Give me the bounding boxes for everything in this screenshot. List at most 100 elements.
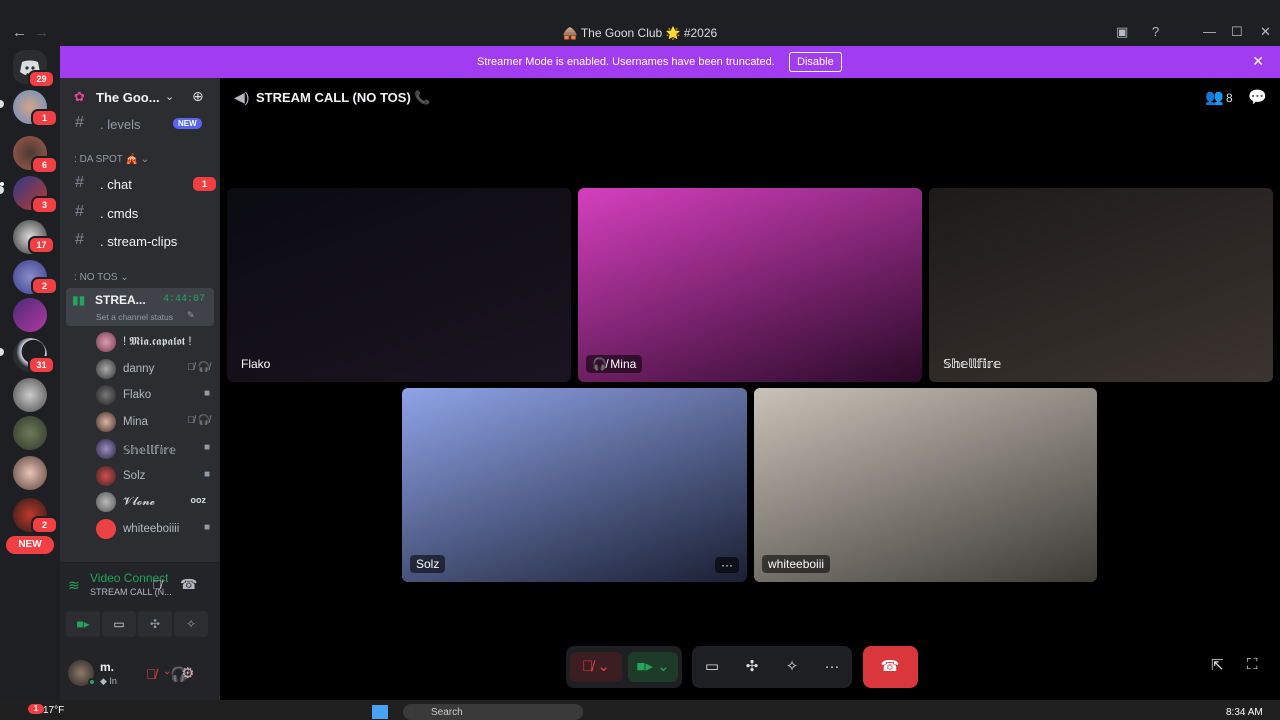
activities-button[interactable]: ✣ [138, 611, 172, 637]
close-banner-icon[interactable]: ✕ [1252, 53, 1264, 70]
server-rail: 29 1 6 3 17 2 31 2 NEW [0, 46, 60, 700]
mic-camera-controls: 🎙̸ ⌄ ■▸ ⌄ [566, 646, 682, 688]
participant-name: 𝕊𝕙𝕖𝕝𝕝𝕗𝕚𝕣𝕖 [943, 357, 1002, 371]
voice-user-name: 𝕊𝕙𝕖𝕝𝕝𝕗𝕚𝕣𝕖 [123, 445, 176, 457]
hash-icon: # [75, 231, 84, 248]
pencil-icon[interactable]: ✎ [187, 310, 195, 321]
video-tile[interactable]: 🎧̸ Mina [578, 188, 922, 382]
channel-chat[interactable]: # . chat 1 [0, 171, 220, 197]
more-icon[interactable]: ··· [817, 652, 847, 682]
call-timer: 4:44:07 [163, 294, 206, 305]
mute-button[interactable]: 🎙̸ ⌄ [570, 652, 622, 682]
camera-icon: ■ [203, 522, 210, 533]
disconnect-button[interactable]: ☎ [863, 646, 918, 688]
category-no-tos[interactable]: : NO TOS ⌄ [74, 272, 129, 283]
maximize-icon[interactable]: ☐ [1231, 24, 1243, 40]
video-tile[interactable]: Flako [227, 188, 571, 382]
muted-deafened-icon: 🎙̸ 🎧̸ [187, 415, 210, 426]
channel-status-input[interactable]: Set a channel status [96, 312, 173, 322]
mute-icon[interactable]: 🎙̸ [146, 666, 157, 682]
start-icon[interactable] [372, 705, 388, 719]
channel-levels[interactable]: # . levels NEW [60, 114, 220, 140]
chat-icon[interactable]: 💬 [1248, 88, 1267, 106]
participant-name: Solz [410, 555, 446, 573]
soundboard-icon[interactable]: ✧ [777, 652, 807, 682]
avatar [96, 359, 116, 379]
participant-name: 🎧̸ Mina [586, 355, 643, 373]
disconnect-icon[interactable]: ☎ [180, 576, 197, 593]
voice-user[interactable]: Mina 🎙̸ 🎧̸ [96, 410, 216, 434]
channel-cmds[interactable]: # . cmds [60, 200, 220, 226]
avatar [96, 412, 116, 432]
call-channel-title: STREAM CALL (NO TOS) 📞 [256, 90, 431, 105]
server-icon[interactable] [13, 456, 47, 490]
voice-user[interactable]: ! 𝕸𝖎𝖆.𝖈𝖆𝖕𝖆𝖑𝖔𝖙 ! [96, 330, 216, 354]
voice-channel-stream-call[interactable]: ▮▮ STREA... 4:44:07 Set a channel status… [66, 288, 214, 326]
members-icon[interactable]: 👥 [1205, 88, 1224, 106]
muted-deafened-icon: 🎙̸ 🎧̸ [187, 362, 210, 373]
voice-user-name: 𝓥𝓵𝓸𝓷𝓮 [123, 496, 155, 508]
disable-streamer-mode-button[interactable]: Disable [789, 52, 842, 72]
weather-widget[interactable]: 17°F [43, 705, 64, 716]
member-count: 8 [1226, 91, 1233, 105]
video-tile[interactable]: whiteeboiii [754, 388, 1097, 582]
server-badge: 1 [31, 109, 58, 127]
channel-badge: 1 [191, 175, 218, 193]
hash-icon: # [75, 203, 84, 220]
fullscreen-icon[interactable]: ⛶ [1247, 656, 1258, 673]
more-options-icon[interactable]: ··· [715, 557, 739, 573]
voice-user[interactable]: 𝕊𝕙𝕖𝕝𝕝𝕗𝕚𝕣𝕖 ■ [96, 437, 216, 461]
chevron-down-icon[interactable]: ⌄ [165, 90, 174, 103]
channel-stream-clips[interactable]: # . stream-clips [60, 228, 220, 254]
screenshare-icon[interactable]: ▭ [697, 652, 727, 682]
activities-icon[interactable]: ✣ [737, 652, 767, 682]
server-emoji-icon: ✿ [74, 89, 85, 104]
taskbar-search[interactable]: Search [403, 704, 583, 720]
server-badge: 3 [31, 196, 58, 214]
soundboard-button[interactable]: ✧ [174, 611, 208, 637]
category-da-spot[interactable]: : DA SPOT 🎪 ⌄ [74, 154, 149, 165]
signal-icon[interactable]: ≋ [68, 577, 80, 594]
avatar [96, 492, 116, 512]
popout-icon[interactable]: ⇱ [1211, 656, 1224, 674]
server-icon[interactable] [13, 298, 47, 332]
os-taskbar: 1 17°F Search 8:34 AM [0, 700, 1280, 720]
window-title: 🛖 The Goon Club 🌟 #2026 [562, 26, 718, 40]
invite-icon[interactable]: ⊕ [192, 88, 204, 105]
inbox-icon[interactable]: ▣ [1116, 24, 1128, 40]
help-icon[interactable]: ? [1152, 24, 1159, 39]
avatar [96, 385, 116, 405]
close-icon[interactable]: ✕ [1260, 24, 1271, 40]
camera-button[interactable]: ■▸ ⌄ [628, 652, 678, 682]
voice-user[interactable]: 𝓥𝓵𝓸𝓷𝓮 ooz [96, 490, 216, 514]
channel-label: . stream-clips [100, 234, 178, 249]
gear-icon[interactable]: ⚙ [181, 664, 194, 682]
server-icon[interactable] [13, 378, 47, 412]
video-tile[interactable]: 𝕊𝕙𝕖𝕝𝕝𝕗𝕚𝕣𝕖 [929, 188, 1273, 382]
minimize-icon[interactable]: — [1203, 24, 1216, 39]
new-tag: NEW [173, 118, 202, 129]
video-tile[interactable]: Solz ··· [402, 388, 747, 582]
video-button[interactable]: ■▸ [66, 611, 100, 637]
server-name: The Goo... [96, 90, 160, 105]
username[interactable]: m. [100, 660, 114, 674]
noise-suppression-icon[interactable]: 〰̸ [152, 577, 162, 592]
user-status: ◆ In [100, 676, 117, 686]
server-icon[interactable] [13, 416, 47, 450]
voice-user[interactable]: Flako ■ [96, 383, 216, 407]
user-panel: m. ◆ In 🎙̸ ⌄ 🎧̸ ⌄ ⚙ [60, 652, 220, 700]
voice-user[interactable]: danny 🎙̸ 🎧̸ [96, 357, 216, 381]
new-servers-pill[interactable]: NEW [6, 536, 54, 554]
screenshare-button[interactable]: ▭ [102, 611, 136, 637]
hash-icon: # [75, 114, 84, 131]
voice-user[interactable]: whiteeboiiii ■ [96, 517, 216, 541]
server-badge: 2 [31, 516, 58, 534]
server-header[interactable]: ✿ The Goo... ⌄ ⊕ [60, 78, 220, 116]
channel-sidebar: ✿ The Goo... ⌄ ⊕ # . levels NEW : DA SPO… [0, 78, 220, 700]
voice-user-name: Flako [123, 389, 152, 401]
call-stage: ◀) STREAM CALL (NO TOS) 📞 👥 8 💬 Flako 🎧̸… [220, 78, 1280, 700]
voice-user-name: danny [123, 363, 155, 375]
avatar [96, 466, 116, 486]
voice-connection-panel: ≋ Video Connect STREAM CALL (N... 〰̸ ☎ ■… [60, 562, 220, 652]
voice-user[interactable]: Solz ■ [96, 464, 216, 488]
